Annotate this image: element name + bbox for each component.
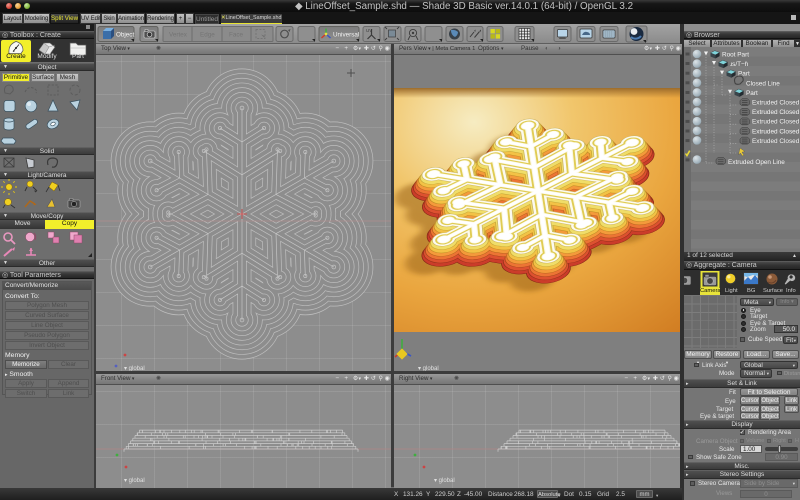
svg-text:Universal: Universal xyxy=(333,32,359,39)
svg-text:Extruded Closed: Extruded Closed xyxy=(752,119,800,126)
svg-text:▾ global: ▾ global xyxy=(124,366,145,371)
svg-text:Extruded Open Line: Extruded Open Line xyxy=(728,159,785,166)
svg-text:▾ global: ▾ global xyxy=(418,366,439,371)
svg-text:Edge: Edge xyxy=(200,32,215,39)
svg-text:Extruded Closed: Extruded Closed xyxy=(752,128,800,135)
svg-text:▾ global: ▾ global xyxy=(434,478,455,484)
svg-text:Extruded Closed: Extruded Closed xyxy=(752,138,800,145)
svg-text:Object: Object xyxy=(116,32,134,39)
svg-text:Face: Face xyxy=(229,32,243,39)
svg-text:Extruded Closed: Extruded Closed xyxy=(752,100,800,107)
svg-text:Part: Part xyxy=(746,90,758,97)
svg-text:Root Part: Root Part xyxy=(722,52,749,59)
svg-text:Vertex: Vertex xyxy=(169,32,188,39)
svg-text:Part: Part xyxy=(738,71,750,78)
svg-text:UV: UV xyxy=(366,28,372,33)
svg-text:ɹs/T−ɦ: ɹs/T−ɦ xyxy=(730,61,749,68)
svg-text:Closed Line: Closed Line xyxy=(746,80,780,87)
svg-text:▾ global: ▾ global xyxy=(124,478,145,484)
svg-text:Extruded Closed: Extruded Closed xyxy=(752,109,800,116)
